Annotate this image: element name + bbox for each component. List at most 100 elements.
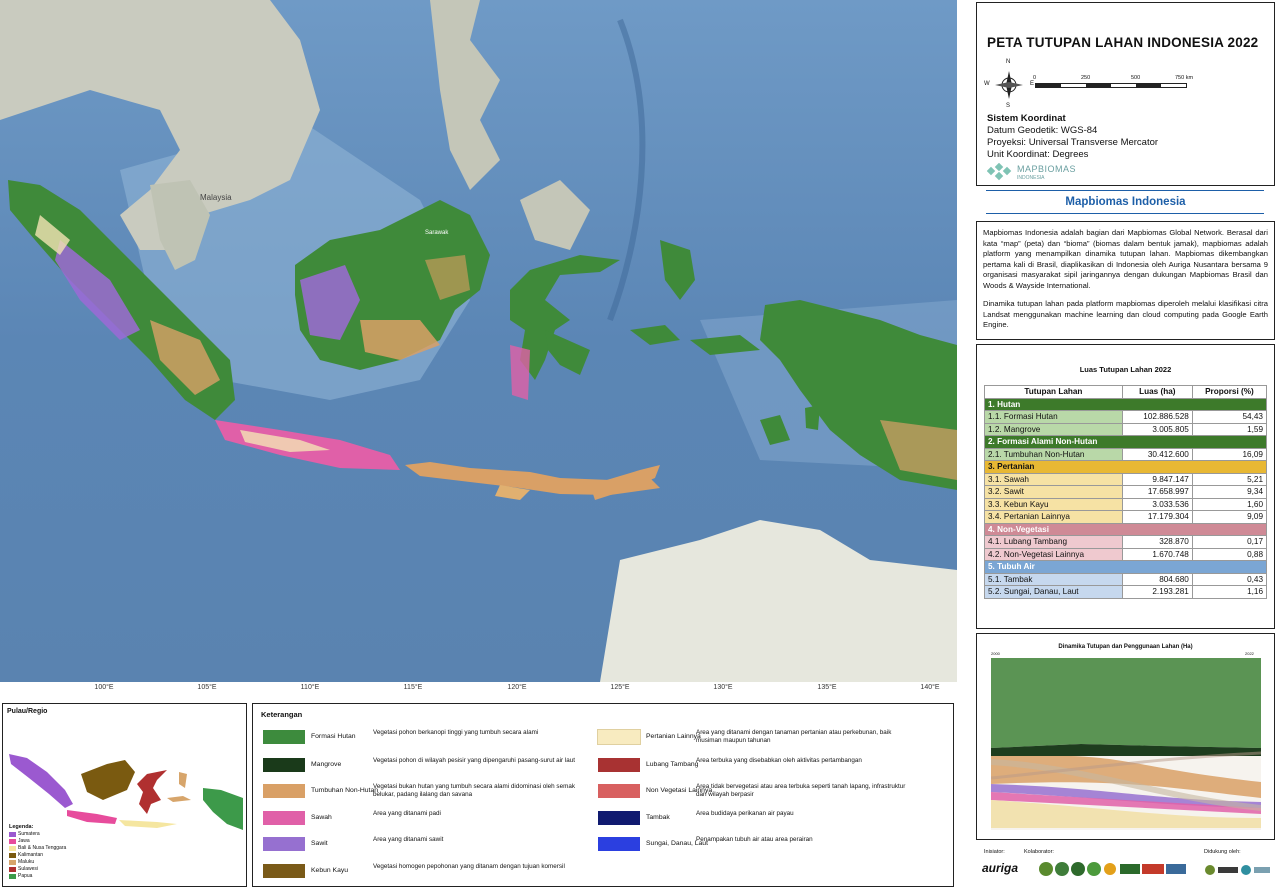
region-legend-title: Legenda:	[9, 824, 34, 830]
compass-icon: N S W E	[984, 59, 1034, 109]
scale-bar: 0 250 500 750 km	[1033, 75, 1195, 88]
lon-label: 115°E	[403, 684, 423, 691]
about-heading: Mapbiomas Indonesia	[1065, 196, 1186, 208]
heading-rule-bottom	[986, 213, 1264, 214]
legend-class-name: Formasi Hutan	[311, 733, 356, 740]
region-panel: Pulau/Regio Legenda: Sumatera Jawa Bali & …	[2, 703, 247, 887]
land-cover-map[interactable]: Malaysia Sarawak	[0, 0, 957, 682]
legend-class-name: Kebun Kayu	[311, 867, 349, 874]
table-row: 4.2. Non-Vegetasi Lainnya 1.670.748 0,88	[984, 547, 1268, 561]
legend-class-name: Sawit	[311, 840, 328, 847]
table-row: 4.1. Lubang Tambang 328.870 0,17	[984, 535, 1268, 549]
didukung-logos	[1204, 863, 1270, 875]
cell-luas: 17.179.304	[1121, 510, 1193, 524]
lon-label: 120°E	[507, 684, 527, 691]
legend-class-name: Lubang Tambang	[646, 761, 699, 768]
region-bali-nt	[119, 820, 177, 828]
cell-luas: 804.680	[1121, 572, 1193, 586]
legend-class-desc: Area yang ditanami sawit	[373, 836, 444, 843]
cell-proporsi: 1,16	[1191, 585, 1268, 599]
table-title: Luas Tutupan Lahan 2022	[1079, 365, 1172, 374]
compass-n: N	[1006, 59, 1011, 65]
compass-w: W	[984, 81, 990, 87]
table-row: 5.2. Sungai, Danau, Laut 2.193.281 1,16	[984, 585, 1268, 599]
proyeksi-text: Proyeksi: Universal Transverse Mercator	[987, 137, 1159, 148]
legend-class-name: Pertanian Lainnya	[646, 733, 701, 740]
legend-swatch	[263, 837, 305, 851]
table-row: 3.3. Kebun Kayu 3.033.536 1,60	[984, 497, 1268, 511]
region-swatch	[9, 853, 16, 858]
cell-luas: 2.193.281	[1121, 585, 1193, 599]
land-cover-table-wrap: Tutupan Lahan Luas (ha) Proporsi (%) 1. …	[984, 385, 1268, 599]
group-label: 3. Pertanian	[984, 460, 1267, 474]
cell-name: 4.1. Lubang Tambang	[984, 535, 1123, 549]
keterangan-list: Formasi Hutan Vegetasi pohon berkanopi ti…	[253, 704, 953, 886]
cell-proporsi: 1,59	[1191, 422, 1268, 436]
legend-swatch	[597, 729, 641, 745]
scale-tick: 500	[1131, 75, 1141, 81]
region-legend-label: Papua	[18, 873, 33, 879]
legend-swatch	[263, 784, 305, 798]
heading-rule-top	[986, 190, 1264, 191]
group-label: 5. Tubuh Air	[984, 560, 1267, 574]
cell-proporsi: 0,43	[1191, 572, 1268, 586]
legend-class-name: Tambak	[646, 814, 670, 821]
table-header-row: Tutupan Lahan Luas (ha) Proporsi (%)	[984, 385, 1268, 399]
cell-luas: 3.005.805	[1121, 422, 1193, 436]
datum-text: Datum Geodetik: WGS-84	[987, 125, 1098, 136]
cell-proporsi: 9,34	[1191, 485, 1268, 499]
region-legend-label: Jawa	[18, 838, 30, 844]
lon-label: 135°E	[817, 684, 837, 691]
legend-swatch	[598, 784, 640, 798]
region-swatch	[9, 860, 16, 865]
place-label-sarawak: Sarawak	[425, 230, 449, 236]
cell-proporsi: 0,17	[1191, 535, 1268, 549]
region-legend-label: Kalimantan	[18, 852, 44, 858]
koordinat-heading: Sistem Koordinat	[987, 113, 1066, 124]
table-row: 1.1. Formasi Hutan 102.886.528 54,43	[984, 410, 1268, 424]
inisiator-label: Inisiator:	[984, 849, 1005, 855]
group-label: 2. Formasi Alami Non-Hutan	[984, 435, 1267, 449]
cell-luas: 17.658.997	[1121, 485, 1193, 499]
table-group-row: 3. Pertanian	[984, 460, 1267, 474]
cell-luas: 9.847.147	[1121, 472, 1193, 486]
cell-luas: 3.033.536	[1121, 497, 1193, 511]
col-header: Proporsi (%)	[1191, 385, 1268, 399]
cell-name: 5.1. Tambak	[984, 572, 1123, 586]
legend-class-desc: Vegetasi bukan hutan yang tumbuh secara …	[373, 783, 575, 798]
scale-tick: 250	[1081, 75, 1091, 81]
cell-name: 5.2. Sungai, Danau, Laut	[984, 585, 1123, 599]
map-title: PETA TUTUPAN LAHAN INDONESIA 2022	[987, 35, 1259, 50]
group-label: 1. Hutan	[984, 397, 1267, 411]
sankey-diagram	[991, 658, 1261, 830]
col-header: Luas (ha)	[1121, 385, 1193, 399]
cell-name: 3.4. Pertanian Lainnya	[984, 510, 1123, 524]
sankey-panel: Dinamika Tutupan dan Penggunaan Lahan (H…	[976, 633, 1275, 840]
logo-sub: INDONESIA	[1017, 175, 1045, 181]
legend-class-desc: Area terbuka yang disebabkan oleh aktivi…	[696, 757, 862, 764]
cell-luas: 30.412.600	[1121, 447, 1193, 461]
region-legend-item: Sulawesi	[9, 866, 109, 873]
table-row: 3.2. Sawit 17.658.997 9,34	[984, 485, 1268, 499]
compass-e: E	[1030, 81, 1035, 87]
cell-name: 3.3. Kebun Kayu	[984, 497, 1123, 511]
region-sumatera	[9, 754, 73, 808]
didukung-label: Didukung oleh:	[1204, 849, 1241, 855]
legend-class-name: Tumbuhan Non-Hutan	[311, 787, 378, 794]
about-paragraph-2: Dinamika tutupan lahan pada platform map…	[983, 299, 1268, 330]
region-maluku	[167, 772, 191, 802]
region-legend-label: Bali & Nusa Tenggara	[18, 845, 67, 851]
cell-luas: 1.670.748	[1121, 547, 1193, 561]
footer: Inisiator: auriga Kolaborator: Didukung …	[976, 843, 1275, 889]
map-canvas: Malaysia Sarawak	[0, 0, 957, 682]
sankey-right-year: 2022	[1245, 651, 1254, 656]
region-legend-item: Bali & Nusa Tenggara	[9, 845, 109, 852]
lon-label: 110°E	[300, 684, 320, 691]
legend-class-name: Sawah	[311, 814, 332, 821]
lon-label: 105°E	[197, 684, 217, 691]
legend-class-name: Mangrove	[311, 761, 342, 768]
scale-tick: 750 km	[1175, 75, 1194, 81]
cell-name: 4.2. Non-Vegetasi Lainnya	[984, 547, 1123, 561]
cell-proporsi: 1,60	[1191, 497, 1268, 511]
cell-proporsi: 16,09	[1191, 447, 1268, 461]
